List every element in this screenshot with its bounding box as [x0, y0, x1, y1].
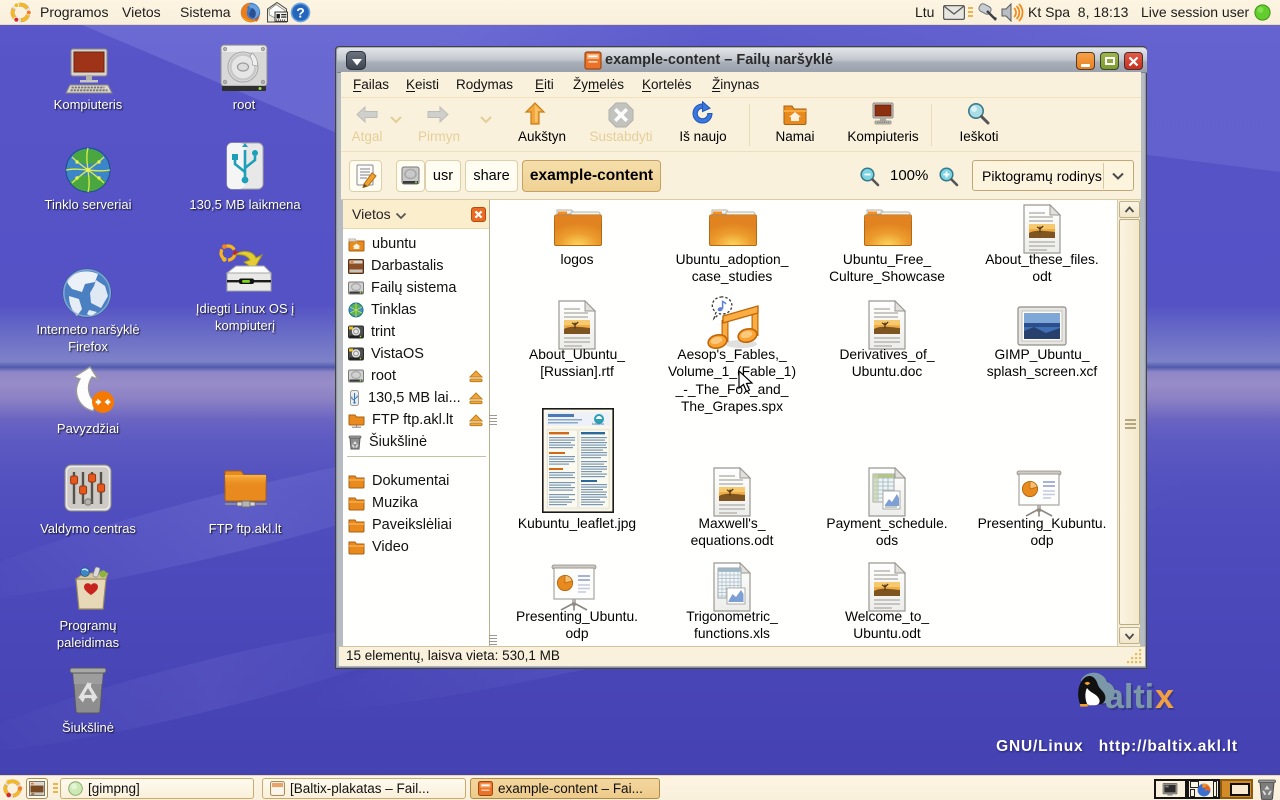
svg-text:x: x — [1155, 678, 1174, 716]
svg-text:alti: alti — [1105, 678, 1154, 716]
svg-text:?: ? — [296, 5, 305, 21]
